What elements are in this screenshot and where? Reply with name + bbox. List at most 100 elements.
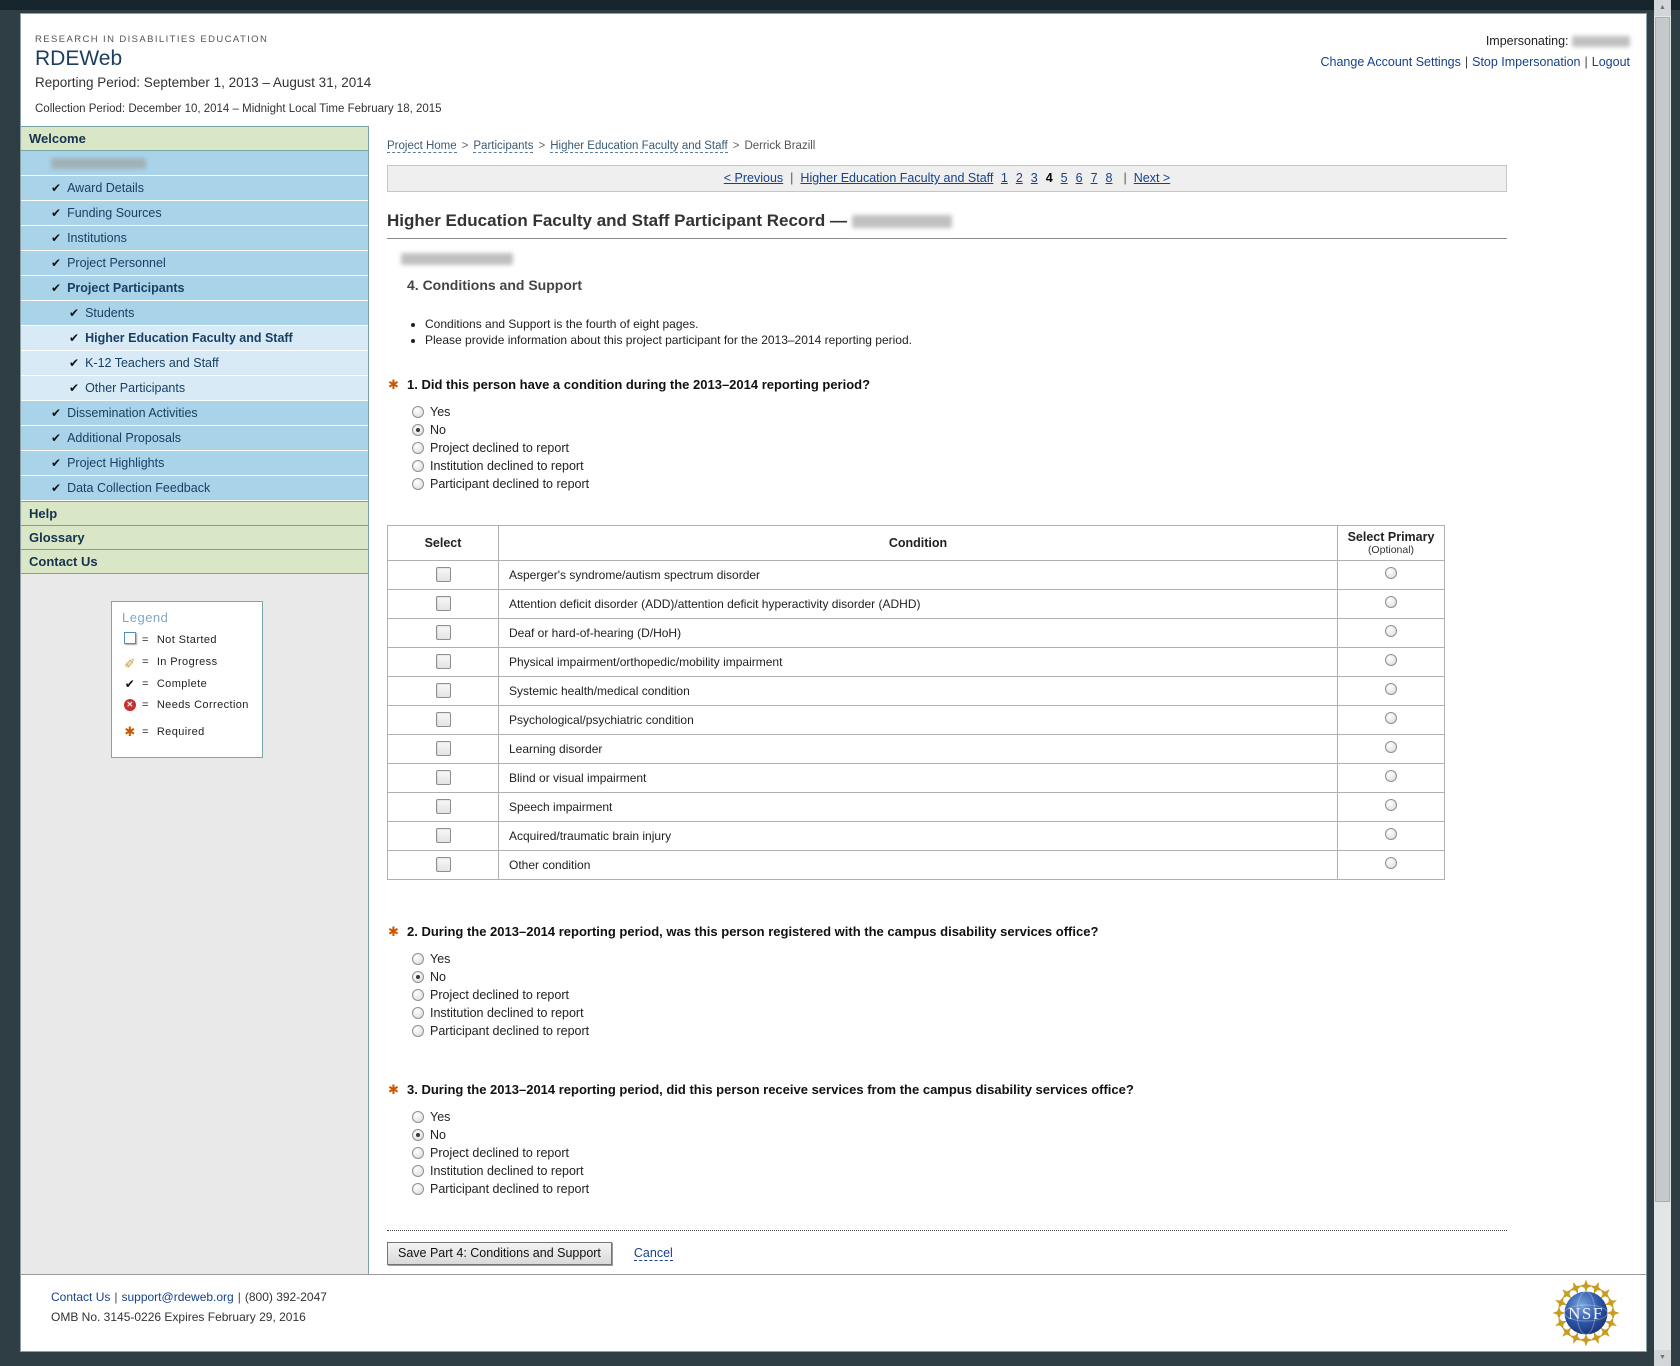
- account-link-change-account-settings[interactable]: Change Account Settings: [1320, 55, 1460, 69]
- radio-button[interactable]: [412, 971, 424, 983]
- sidebar-item-additional-proposals[interactable]: ✔Additional Proposals: [21, 426, 368, 451]
- condition-checkbox[interactable]: [436, 770, 451, 785]
- radio-option-institution-declined-to-report[interactable]: Institution declined to report: [412, 1164, 1507, 1178]
- vertical-scrollbar[interactable]: ▲ ▼: [1654, 0, 1671, 1366]
- sidebar-item-project-personnel[interactable]: ✔Project Personnel: [21, 251, 368, 276]
- pager-page-1[interactable]: 1: [1001, 171, 1008, 185]
- account-link-logout[interactable]: Logout: [1592, 55, 1630, 69]
- condition-checkbox[interactable]: [436, 654, 451, 669]
- sidebar-item-k-12-teachers-and-staff[interactable]: ✔K-12 Teachers and Staff: [21, 351, 368, 376]
- radio-button[interactable]: [412, 460, 424, 472]
- primary-condition-radio[interactable]: [1385, 770, 1397, 782]
- primary-condition-radio[interactable]: [1385, 828, 1397, 840]
- sidebar-item-higher-education-faculty-and-staff[interactable]: ✔Higher Education Faculty and Staff: [21, 326, 368, 351]
- sidebar-item-other-participants[interactable]: ✔Other Participants: [21, 376, 368, 401]
- primary-condition-radio[interactable]: [1385, 741, 1397, 753]
- section-link[interactable]: Higher Education Faculty and Staff: [800, 171, 993, 185]
- radio-option-no[interactable]: No: [412, 423, 1507, 437]
- radio-option-project-declined-to-report[interactable]: Project declined to report: [412, 1146, 1507, 1160]
- previous-page-link[interactable]: < Previous: [724, 171, 783, 185]
- sidebar-item-project-highlights[interactable]: ✔Project Highlights: [21, 451, 368, 476]
- sidebar-item-project-participants[interactable]: ✔Project Participants: [21, 276, 368, 301]
- sidebar-item-data-collection-feedback[interactable]: ✔Data Collection Feedback: [21, 476, 368, 501]
- scrollbar-thumb[interactable]: [1655, 17, 1670, 1202]
- cancel-link[interactable]: Cancel: [634, 1246, 673, 1261]
- radio-option-no[interactable]: No: [412, 1128, 1507, 1142]
- sidebar-item-funding-sources[interactable]: ✔Funding Sources: [21, 201, 368, 226]
- pager-page-3[interactable]: 3: [1031, 171, 1038, 185]
- primary-condition-radio[interactable]: [1385, 683, 1397, 695]
- sidebar-item-help[interactable]: Help: [21, 501, 368, 526]
- pager-page-7[interactable]: 7: [1091, 171, 1098, 185]
- radio-button[interactable]: [412, 1007, 424, 1019]
- sidebar-item-institutions[interactable]: ✔Institutions: [21, 226, 368, 251]
- sidebar-item-glossary[interactable]: Glossary: [21, 525, 368, 550]
- radio-button[interactable]: [412, 1129, 424, 1141]
- radio-button[interactable]: [412, 406, 424, 418]
- radio-option-participant-declined-to-report[interactable]: Participant declined to report: [412, 477, 1507, 491]
- radio-button[interactable]: [412, 1025, 424, 1037]
- primary-condition-radio[interactable]: [1385, 857, 1397, 869]
- next-page-link[interactable]: Next >: [1134, 171, 1170, 185]
- complete-check-icon: ✔: [51, 431, 61, 445]
- radio-option-participant-declined-to-report[interactable]: Participant declined to report: [412, 1182, 1507, 1196]
- condition-checkbox[interactable]: [436, 625, 451, 640]
- pager-page-5[interactable]: 5: [1061, 171, 1068, 185]
- pager-page-2[interactable]: 2: [1016, 171, 1023, 185]
- save-button[interactable]: Save Part 4: Conditions and Support: [387, 1242, 612, 1265]
- condition-checkbox[interactable]: [436, 567, 451, 582]
- primary-condition-radio[interactable]: [1385, 712, 1397, 724]
- footer-email-link[interactable]: support@rdeweb.org: [121, 1290, 233, 1304]
- radio-button[interactable]: [412, 442, 424, 454]
- breadcrumb-link-project-home[interactable]: Project Home: [387, 140, 457, 153]
- scroll-down-button[interactable]: ▼: [1654, 1350, 1671, 1366]
- footer-contact-link[interactable]: Contact Us: [51, 1290, 110, 1304]
- radio-button[interactable]: [412, 1111, 424, 1123]
- radio-option-yes[interactable]: Yes: [412, 952, 1507, 966]
- radio-button[interactable]: [412, 478, 424, 490]
- sidebar-item-dissemination-activities[interactable]: ✔Dissemination Activities: [21, 401, 368, 426]
- breadcrumb-link-participants[interactable]: Participants: [473, 140, 533, 153]
- primary-condition-radio[interactable]: [1385, 799, 1397, 811]
- sidebar-item-award-details[interactable]: ✔Award Details: [21, 176, 368, 201]
- radio-option-yes[interactable]: Yes: [412, 1110, 1507, 1124]
- radio-button[interactable]: [412, 989, 424, 1001]
- condition-checkbox[interactable]: [436, 828, 451, 843]
- legend-entry-required: ✱=Required: [122, 724, 252, 740]
- breadcrumb-link-higher-education-faculty-and-staff[interactable]: Higher Education Faculty and Staff: [550, 140, 728, 153]
- condition-checkbox[interactable]: [436, 596, 451, 611]
- primary-condition-radio[interactable]: [1385, 567, 1397, 579]
- radio-option-institution-declined-to-report[interactable]: Institution declined to report: [412, 459, 1507, 473]
- sidebar-item-redacted[interactable]: [21, 151, 368, 176]
- condition-checkbox[interactable]: [436, 741, 451, 756]
- sidebar-item-students[interactable]: ✔Students: [21, 301, 368, 326]
- scroll-up-button[interactable]: ▲: [1654, 0, 1671, 16]
- condition-checkbox[interactable]: [436, 683, 451, 698]
- radio-option-project-declined-to-report[interactable]: Project declined to report: [412, 988, 1507, 1002]
- primary-condition-radio[interactable]: [1385, 625, 1397, 637]
- radio-button[interactable]: [412, 1147, 424, 1159]
- primary-condition-radio[interactable]: [1385, 654, 1397, 666]
- radio-option-project-declined-to-report[interactable]: Project declined to report: [412, 441, 1507, 455]
- sidebar-item-contact-us[interactable]: Contact Us: [21, 549, 368, 574]
- radio-option-participant-declined-to-report[interactable]: Participant declined to report: [412, 1024, 1507, 1038]
- radio-option-institution-declined-to-report[interactable]: Institution declined to report: [412, 1006, 1507, 1020]
- account-link-stop-impersonation[interactable]: Stop Impersonation: [1472, 55, 1580, 69]
- pager-page-8[interactable]: 8: [1106, 171, 1113, 185]
- condition-checkbox[interactable]: [436, 799, 451, 814]
- radio-button[interactable]: [412, 953, 424, 965]
- radio-button[interactable]: [412, 1165, 424, 1177]
- radio-button[interactable]: [412, 1183, 424, 1195]
- complete-icon: ✔: [122, 677, 138, 691]
- radio-button[interactable]: [412, 424, 424, 436]
- condition-checkbox[interactable]: [436, 857, 451, 872]
- condition-label: Blind or visual impairment: [499, 764, 1338, 793]
- radio-option-yes[interactable]: Yes: [412, 405, 1507, 419]
- sidebar-item-label: Award Details: [67, 181, 144, 195]
- condition-checkbox[interactable]: [436, 712, 451, 727]
- sidebar-item-welcome[interactable]: Welcome: [21, 126, 368, 151]
- pager-page-6[interactable]: 6: [1076, 171, 1083, 185]
- radio-option-no[interactable]: No: [412, 970, 1507, 984]
- conditions-table: Select Condition Select Primary (Optiona…: [387, 525, 1445, 880]
- primary-condition-radio[interactable]: [1385, 596, 1397, 608]
